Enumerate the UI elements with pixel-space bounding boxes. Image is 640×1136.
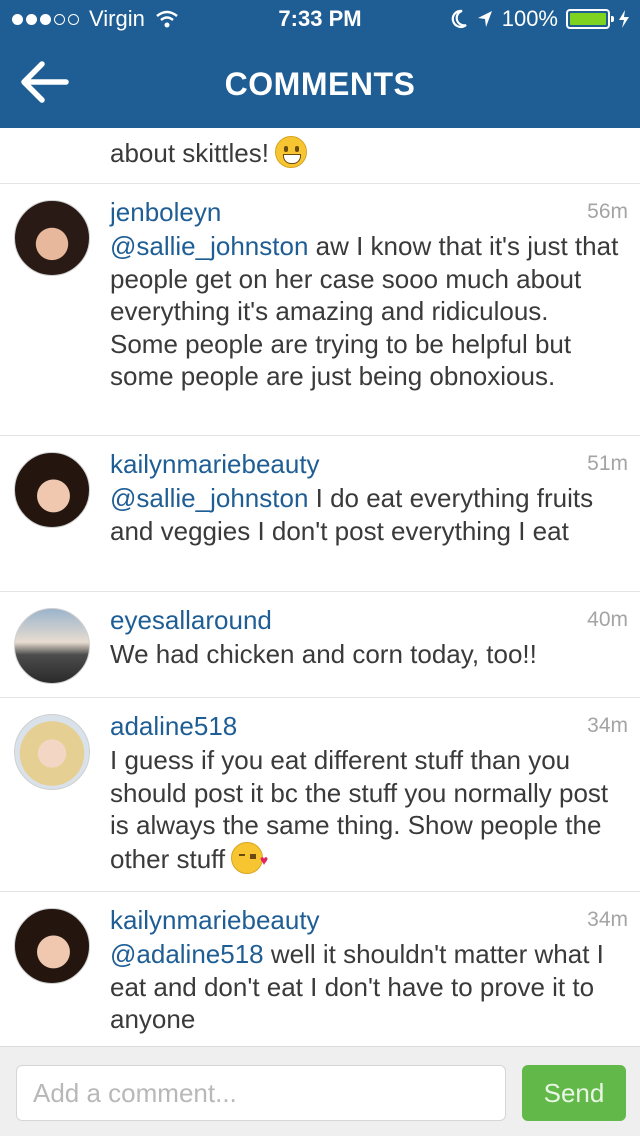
comment-body: @adaline518 well it shouldn't matter wha…	[0, 892, 640, 1036]
comment-username[interactable]: eyesallaround	[110, 604, 272, 636]
comment-text: We had chicken and corn today, too!!	[110, 639, 537, 669]
status-right: 100%	[450, 6, 630, 32]
avatar[interactable]	[14, 714, 90, 790]
comment-body: @sallie_johnston I do eat everything fru…	[0, 436, 640, 547]
comment-time: 40m	[587, 608, 628, 631]
comment-time: 51m	[587, 452, 628, 475]
comment-item: jenboleyn 56m @sallie_johnston aw I know…	[0, 184, 640, 436]
avatar[interactable]	[14, 608, 90, 684]
comment-item: kailynmariebeauty 51m @sallie_johnston I…	[0, 436, 640, 592]
partial-comment-text: about skittles!	[110, 138, 269, 168]
comment-mention[interactable]: @sallie_johnston	[110, 231, 308, 261]
send-button[interactable]: Send	[522, 1065, 626, 1121]
comment-username[interactable]: jenboleyn	[110, 196, 221, 228]
header: Virgin 7:33 PM 100% COMMENTS	[0, 0, 640, 128]
avatar[interactable]	[14, 908, 90, 984]
battery-percent: 100%	[501, 6, 558, 31]
status-bar: Virgin 7:33 PM 100%	[0, 0, 640, 40]
page-title: COMMENTS	[224, 66, 416, 102]
comment-item: adaline518 34m I guess if you eat differ…	[0, 698, 640, 892]
moon-icon	[451, 9, 467, 28]
comment-time: 56m	[587, 200, 628, 223]
battery-icon	[566, 9, 614, 29]
partial-comment-body: about skittles!	[110, 136, 307, 169]
comment-body: I guess if you eat different stuff than …	[0, 698, 640, 877]
partial-comment: about skittles!	[0, 128, 640, 184]
comment-item: kailynmariebeauty 34m @adaline518 well i…	[0, 892, 640, 1046]
comment-body: @sallie_johnston aw I know that it's jus…	[0, 184, 640, 393]
comment-time: 34m	[587, 908, 628, 931]
grinning-face-emoji-icon	[274, 136, 307, 168]
comment-input[interactable]	[16, 1065, 506, 1121]
comment-composer: Send	[0, 1046, 640, 1136]
comment-time: 34m	[587, 714, 628, 737]
comment-text: I guess if you eat different stuff than …	[110, 745, 609, 874]
charging-bolt-icon	[619, 10, 629, 28]
location-arrow-icon	[477, 11, 492, 27]
comment-item: eyesallaround 40m We had chicken and cor…	[0, 592, 640, 698]
comment-username[interactable]: kailynmariebeauty	[110, 448, 320, 480]
navigation-bar: COMMENTS	[0, 40, 640, 128]
kissing-face-emoji-icon	[231, 841, 268, 877]
comments-list[interactable]: about skittles! jenboleyn 56m @sallie_jo…	[0, 128, 640, 1046]
comment-body: We had chicken and corn today, too!!	[0, 592, 640, 671]
comment-mention[interactable]: @sallie_johnston	[110, 483, 308, 513]
comment-username[interactable]: kailynmariebeauty	[110, 904, 320, 936]
comment-username[interactable]: adaline518	[110, 710, 237, 742]
avatar[interactable]	[14, 452, 90, 528]
avatar[interactable]	[14, 200, 90, 276]
comment-mention[interactable]: @adaline518	[110, 939, 264, 969]
